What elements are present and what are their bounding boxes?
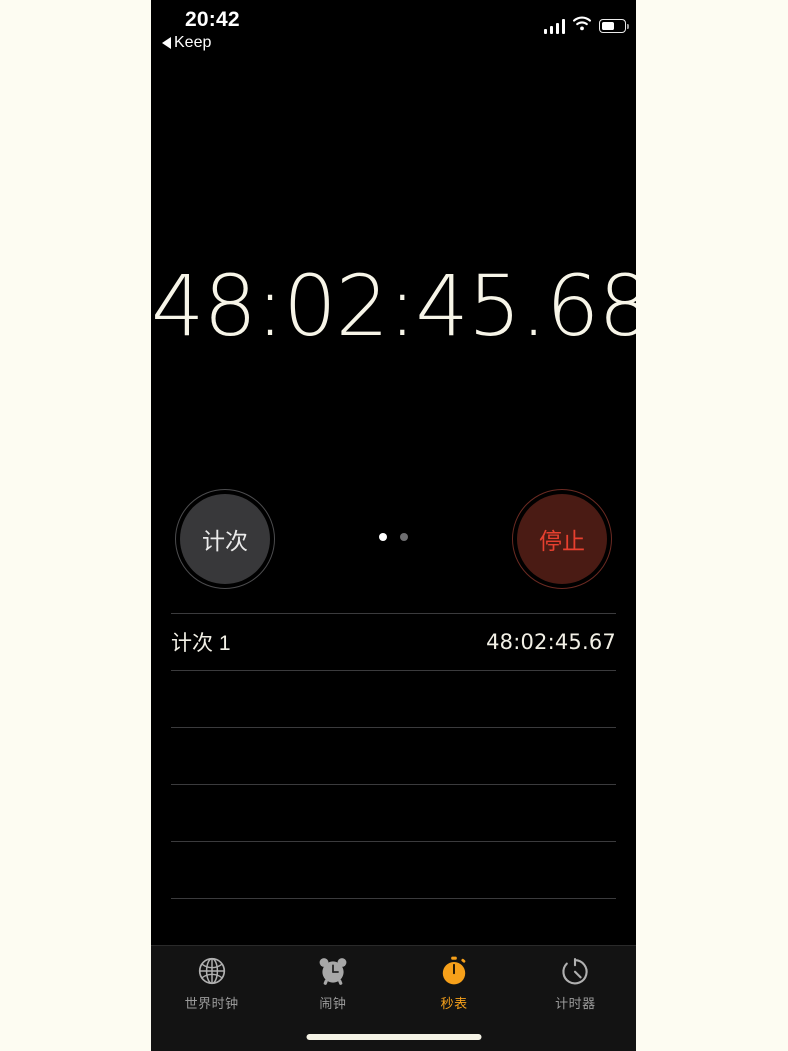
screenshot-root: 20:42 Keep 48:02:45.68 计次 停止 计次 1 48:02:… [0,0,788,1051]
phone-screen: 20:42 Keep 48:02:45.68 计次 停止 计次 1 48:02:… [151,0,636,1051]
back-label: Keep [174,34,212,51]
globe-icon [195,954,229,988]
lap-name: 计次 1 [171,632,231,655]
status-bar-time: 20:42 [185,8,240,31]
stopwatch-elapsed-time: 48:02:45.68 [151,257,636,355]
stop-button-label: 停止 [539,528,585,554]
table-row [171,841,616,898]
tab-label: 闹钟 [319,996,347,1011]
tab-world-clock[interactable]: 世界时钟 [151,954,272,1012]
tab-label: 计时器 [555,996,596,1011]
home-indicator[interactable] [306,1034,481,1040]
tab-timer[interactable]: 计时器 [515,954,636,1012]
back-to-keep-button[interactable]: Keep [162,34,211,52]
tab-label: 世界时钟 [184,996,239,1011]
page-dot-2[interactable] [400,533,408,541]
lap-list[interactable]: 计次 1 48:02:45.67 [171,613,616,955]
tab-label: 秒表 [440,996,468,1011]
lap-button-label: 计次 [202,528,248,554]
table-row[interactable]: 计次 1 48:02:45.67 [171,613,616,670]
tab-alarm[interactable]: 闹钟 [272,954,393,1012]
battery-icon [599,19,629,33]
back-caret-icon [162,37,171,49]
status-bar-indicators [543,16,629,36]
tab-stopwatch[interactable]: 秒表 [394,954,515,1012]
cellular-signal-icon [543,18,565,34]
table-row [171,784,616,841]
status-bar: 20:42 Keep [151,0,636,62]
table-row [171,670,616,727]
page-dot-1[interactable] [379,533,387,541]
wifi-icon [572,16,592,36]
lap-time: 48:02:45.67 [486,630,616,654]
timer-icon [558,954,592,988]
stopwatch-icon [437,954,471,988]
table-row [171,727,616,784]
alarm-clock-icon [316,954,350,988]
